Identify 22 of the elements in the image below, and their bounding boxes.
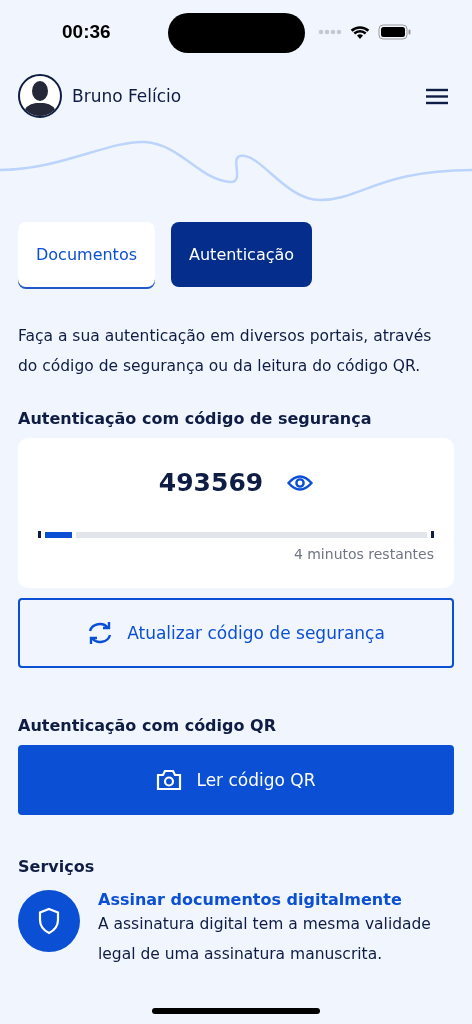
tab[interactable]: Documentos: [18, 222, 155, 287]
security-code: 493569: [158, 468, 264, 497]
refresh-icon: [87, 621, 114, 645]
camera-icon: [156, 769, 183, 791]
section-heading: Serviços: [18, 857, 96, 876]
time-remaining: 4 minutos restantes: [293, 546, 434, 562]
avatar-icon: [18, 74, 62, 118]
service-description: A assinatura digital tem a mesma validade legal de uma assinatura manuscrita.: [98, 914, 432, 965]
eye-icon[interactable]: [287, 473, 314, 492]
section-heading: Autenticação com código de segurança: [18, 409, 373, 428]
battery-icon: [378, 24, 412, 40]
service-link[interactable]: Assinar documentos digitalmente: [98, 890, 402, 909]
tab[interactable]: Autenticação: [171, 222, 313, 287]
signal-icon: [318, 29, 342, 35]
menu-icon[interactable]: [426, 87, 448, 105]
intro-text: Faça a sua autenticação em diversos portais, através do código de segurança ou da leitura do código QR.: [18, 326, 433, 377]
wifi-icon: [350, 24, 370, 40]
refresh-code-button[interactable]: Atualizar código de segurança: [18, 598, 454, 668]
status-time: 00:36: [62, 21, 111, 43]
user-name: Bruno Felício: [72, 86, 182, 106]
section-heading: Autenticação com código QR: [18, 716, 277, 735]
scan-qr-button[interactable]: Ler código QR: [18, 745, 454, 815]
